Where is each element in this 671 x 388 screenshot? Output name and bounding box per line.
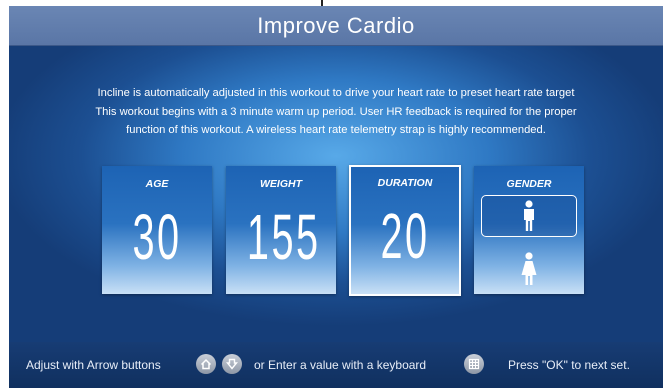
weight-card[interactable]: WEIGHT 155: [226, 166, 336, 294]
workout-setup-screen: Improve Cardio Incline is automatically …: [0, 0, 671, 388]
age-value[interactable]: 30: [123, 192, 191, 282]
page-title: Improve Cardio: [257, 12, 415, 38]
keyboard-icon: [468, 358, 480, 370]
keyboard-instruction: or Enter a value with a keyboard: [254, 358, 427, 372]
keyboard-button[interactable]: [464, 354, 484, 374]
gender-male-option[interactable]: [481, 195, 577, 237]
gender-label: GENDER: [506, 178, 552, 190]
home-arrow-up-icon: [200, 358, 212, 370]
age-label: AGE: [145, 178, 169, 190]
workout-panel: Incline is automatically adjusted in thi…: [9, 46, 663, 342]
title-bar: Improve Cardio: [9, 6, 663, 46]
description-line: Incline is automatically adjusted in thi…: [97, 87, 575, 99]
description-line: function of this workout. A wireless hea…: [126, 124, 546, 136]
duration-card[interactable]: DURATION 20: [349, 165, 461, 296]
duration-label: DURATION: [377, 177, 433, 189]
workout-description: Incline is automatically adjusted in thi…: [29, 84, 643, 140]
arrow-up-button[interactable]: [196, 354, 216, 374]
male-icon: [524, 200, 534, 231]
instruction-bar: Adjust with Arrow buttons or Enter a val…: [9, 342, 663, 388]
female-icon: [521, 252, 537, 285]
next-instruction: Press "OK" to next set.: [508, 358, 630, 372]
gender-female-option[interactable]: [481, 248, 577, 290]
age-card[interactable]: AGE 30: [102, 166, 212, 294]
footer: Adjust with Arrow buttons or Enter a val…: [0, 342, 671, 388]
weight-label: WEIGHT: [260, 178, 302, 190]
arrow-down-icon: [226, 358, 238, 370]
gender-card[interactable]: GENDER: [474, 166, 584, 294]
adjust-instruction: Adjust with Arrow buttons: [26, 358, 161, 372]
arrow-down-button[interactable]: [222, 354, 242, 374]
description-line: This workout begins with a 3 minute warm…: [95, 105, 577, 118]
weight-value[interactable]: 155: [247, 192, 318, 282]
duration-value[interactable]: 20: [372, 191, 439, 281]
